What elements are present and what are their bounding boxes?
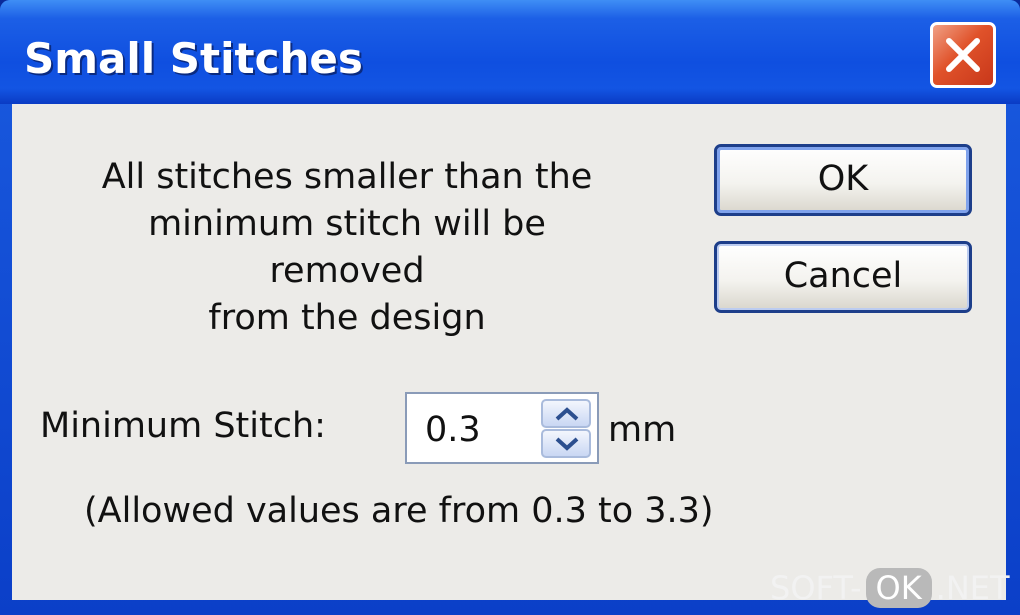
info-message: All stitches smaller than the minimum st… xyxy=(72,154,622,342)
min-stitch-stepper[interactable]: 0.3 xyxy=(405,392,599,464)
message-line: All stitches smaller than the xyxy=(101,157,593,197)
watermark-suffix: .NET xyxy=(935,569,1010,607)
min-stitch-input[interactable]: 0.3 xyxy=(425,410,481,450)
unit-label: mm xyxy=(608,410,677,450)
stepper-down-button[interactable] xyxy=(541,429,591,458)
chevron-up-icon xyxy=(555,407,579,421)
chevron-down-icon xyxy=(555,437,579,451)
close-icon xyxy=(946,38,980,72)
allowed-range-hint: (Allowed values are from 0.3 to 3.3) xyxy=(84,491,714,531)
cancel-button[interactable]: Cancel xyxy=(714,241,972,313)
ok-button[interactable]: OK xyxy=(714,144,972,216)
message-line: from the design xyxy=(208,298,486,338)
min-stitch-label: Minimum Stitch: xyxy=(40,406,326,446)
watermark-prefix: SOFT- xyxy=(770,569,862,607)
stepper-up-button[interactable] xyxy=(541,399,591,428)
dialog-window: Small Stitches All stitches smaller than… xyxy=(0,0,1020,615)
watermark-boxed: OK xyxy=(865,568,932,608)
window-title: Small Stitches xyxy=(24,34,363,83)
close-button[interactable] xyxy=(930,22,996,88)
watermark: SOFT- OK .NET xyxy=(770,566,1010,610)
dialog-body: All stitches smaller than the minimum st… xyxy=(12,104,1006,600)
title-bar[interactable]: Small Stitches xyxy=(0,0,1020,104)
message-line: minimum stitch will be removed xyxy=(148,204,546,291)
